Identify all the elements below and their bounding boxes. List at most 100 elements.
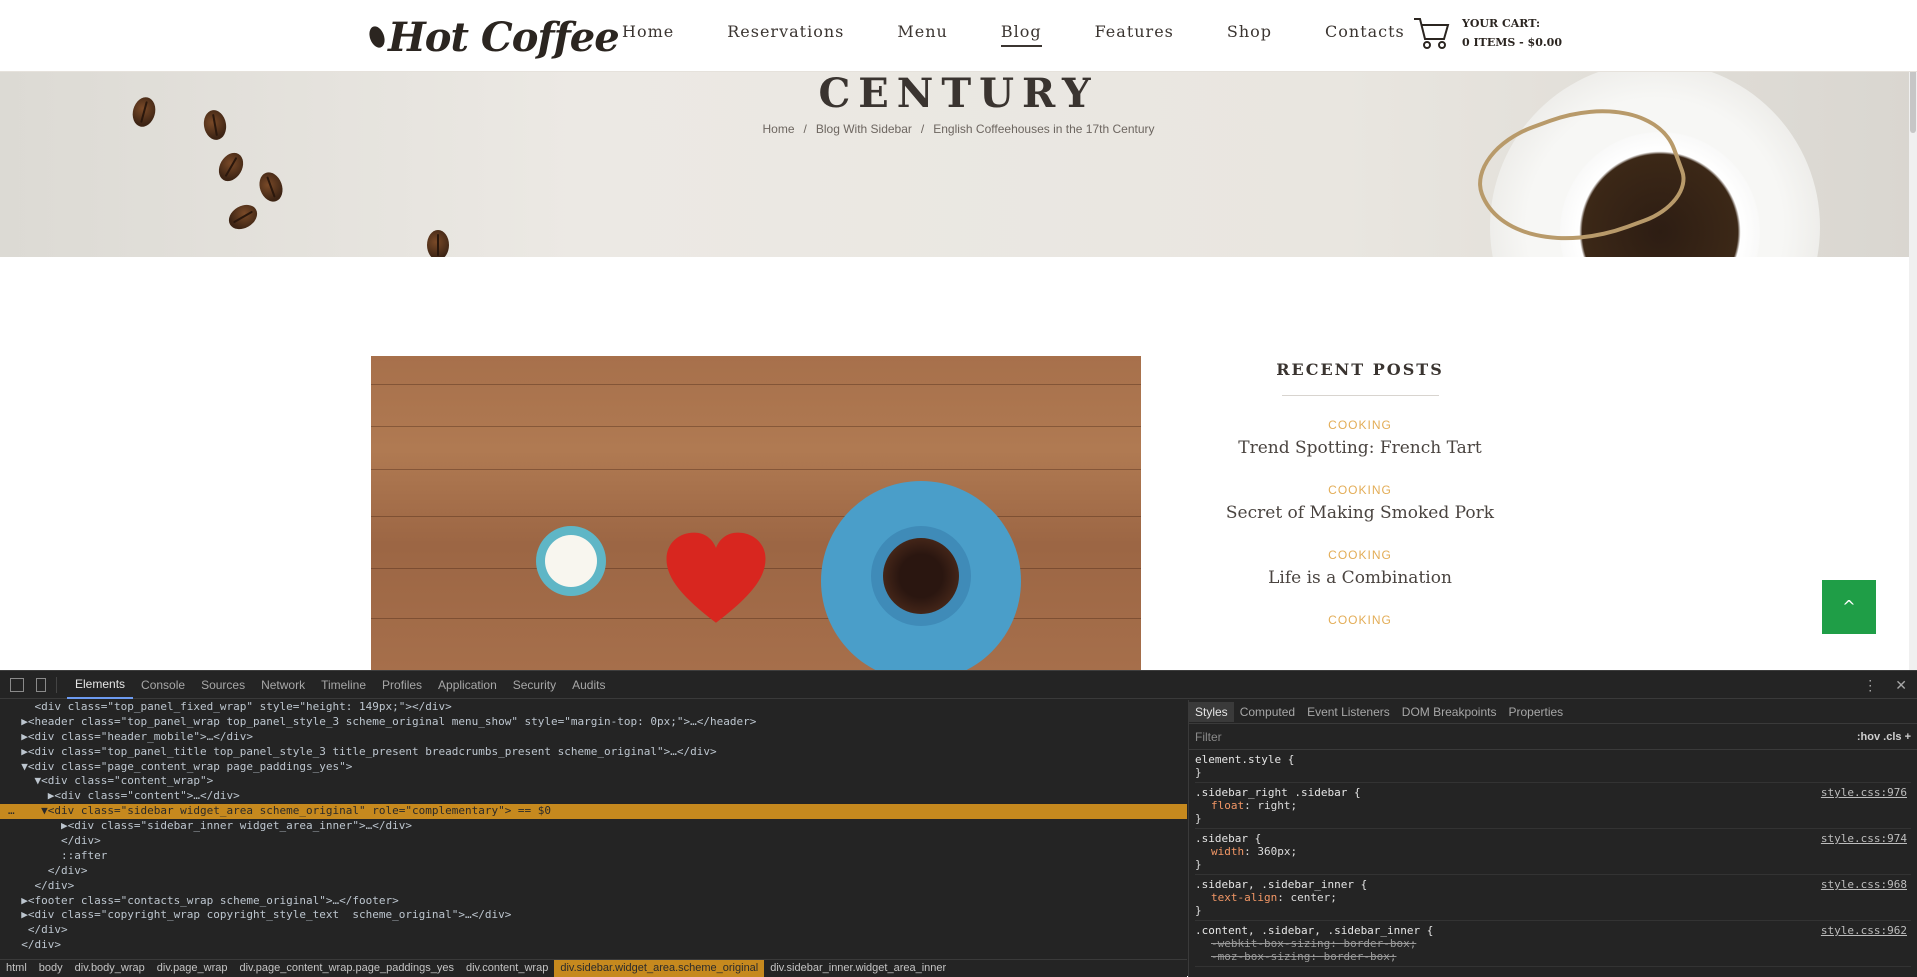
- post-category[interactable]: COOKING: [1160, 548, 1560, 562]
- more-options-icon[interactable]: ⋮: [1863, 671, 1877, 699]
- post-category[interactable]: COOKING: [1160, 418, 1560, 432]
- breadcrumb-home[interactable]: Home: [762, 122, 794, 136]
- post-category[interactable]: COOKING: [1160, 483, 1560, 497]
- tab-styles[interactable]: Styles: [1189, 701, 1234, 722]
- post-title-link[interactable]: Secret of Making Smoked Pork: [1160, 503, 1560, 523]
- dom-node-line[interactable]: </div>: [0, 879, 1187, 894]
- dom-crumb[interactable]: body: [33, 960, 69, 977]
- dom-crumb[interactable]: div.page_content_wrap.page_paddings_yes: [234, 960, 460, 977]
- styles-tabbar: Styles Computed Event Listeners DOM Brea…: [1189, 700, 1917, 724]
- alarm-clock-icon: [536, 526, 606, 596]
- tab-application[interactable]: Application: [430, 671, 505, 699]
- rule-selector: .sidebar {: [1195, 832, 1262, 845]
- dom-crumb[interactable]: div.page_wrap: [151, 960, 234, 977]
- cart-total: 0 ITEMS - $0.00: [1462, 36, 1562, 49]
- dom-node-line[interactable]: ▶<div class="copyright_wrap copyright_st…: [0, 908, 1187, 923]
- dom-node-line[interactable]: ▶<header class="top_panel_wrap top_panel…: [0, 715, 1187, 730]
- nav-item-menu[interactable]: Menu: [897, 22, 947, 47]
- nav-item-blog[interactable]: Blog: [1000, 22, 1042, 47]
- nav-item-home[interactable]: Home: [622, 22, 674, 47]
- dom-node-line[interactable]: </div>: [0, 923, 1187, 938]
- css-rule[interactable]: .sidebar_right .sidebar { style.css:976 …: [1195, 783, 1911, 829]
- breadcrumb-blog[interactable]: Blog With Sidebar: [816, 122, 912, 136]
- tab-profiles[interactable]: Profiles: [374, 671, 430, 699]
- devtools-panel: Elements Console Sources Network Timelin…: [0, 670, 1917, 977]
- tab-network[interactable]: Network: [253, 671, 313, 699]
- dom-node-line[interactable]: </div>: [0, 834, 1187, 849]
- post-featured-image[interactable]: [371, 356, 1141, 670]
- css-property[interactable]: text-align: center;: [1195, 891, 1911, 904]
- scroll-to-top-button[interactable]: ^: [1822, 580, 1876, 634]
- rule-selector: element.style {: [1195, 753, 1295, 766]
- tab-dom-breakpoints[interactable]: DOM Breakpoints: [1396, 705, 1503, 719]
- device-toolbar-icon[interactable]: [36, 677, 46, 692]
- cart-widget[interactable]: YOUR CART: 0 ITEMS - $0.00: [1412, 14, 1562, 52]
- rule-source-link[interactable]: style.css:974: [1821, 832, 1907, 845]
- tab-audits[interactable]: Audits: [564, 671, 613, 699]
- css-rule[interactable]: element.style { }: [1195, 750, 1911, 783]
- styles-filter-input[interactable]: Filter: [1195, 730, 1222, 744]
- tab-elements[interactable]: Elements: [67, 671, 134, 699]
- rule-source-link[interactable]: style.css:968: [1821, 878, 1907, 891]
- dom-node-line[interactable]: </div>: [0, 938, 1187, 953]
- post-title-link[interactable]: Life is a Combination: [1160, 568, 1560, 588]
- nav-item-reservations[interactable]: Reservations: [727, 22, 844, 47]
- tab-security[interactable]: Security: [505, 671, 564, 699]
- css-property[interactable]: float: right;: [1195, 799, 1911, 812]
- dom-node-line[interactable]: ▶<div class="header_mobile">…</div>: [0, 730, 1187, 745]
- elements-tree[interactable]: <div class="top_panel_fixed_wrap" style=…: [0, 700, 1187, 960]
- rule-source-link[interactable]: style.css:962: [1821, 924, 1907, 937]
- rule-source-link[interactable]: style.css:976: [1821, 786, 1907, 799]
- css-property-overridden[interactable]: -moz-box-sizing: border-box;: [1195, 950, 1911, 963]
- recent-post-item: COOKING Life is a Combination: [1160, 548, 1560, 588]
- dom-node-line[interactable]: ▼<div class="content_wrap">: [0, 774, 1187, 789]
- dom-node-line[interactable]: </div>: [0, 864, 1187, 879]
- tab-properties[interactable]: Properties: [1502, 705, 1569, 719]
- styles-filter-tools[interactable]: :hov .cls +: [1857, 731, 1911, 743]
- inspect-element-icon[interactable]: [10, 677, 24, 692]
- coffee-cup-icon: [821, 481, 1021, 670]
- shopping-cart-icon: [1414, 18, 1450, 49]
- nav-item-shop[interactable]: Shop: [1227, 22, 1272, 47]
- dom-node-line[interactable]: ▶<div class="content">…</div>: [0, 789, 1187, 804]
- tab-event-listeners[interactable]: Event Listeners: [1301, 705, 1396, 719]
- tab-computed[interactable]: Computed: [1234, 705, 1301, 719]
- site-logo[interactable]: Hot Coffee: [366, 12, 620, 62]
- page-scrollbar[interactable]: [1909, 0, 1917, 670]
- nav-item-contacts[interactable]: Contacts: [1325, 22, 1405, 47]
- dom-crumb[interactable]: div.content_wrap: [460, 960, 554, 977]
- coffee-bean-icon: [366, 24, 388, 50]
- post-title-link[interactable]: Trend Spotting: French Tart: [1160, 438, 1560, 458]
- browser-viewport: Hot Coffee Home Reservations Menu Blog F…: [0, 0, 1917, 670]
- sidebar: RECENT POSTS COOKING Trend Spotting: Fre…: [1160, 356, 1560, 652]
- dom-node-line[interactable]: <div class="top_panel_fixed_wrap" style=…: [0, 700, 1187, 715]
- rule-selector: .content, .sidebar, .sidebar_inner {: [1195, 924, 1434, 937]
- css-rule[interactable]: .content, .sidebar, .sidebar_inner { sty…: [1195, 921, 1911, 967]
- tab-console[interactable]: Console: [133, 671, 193, 699]
- dom-node-line[interactable]: ::after: [0, 849, 1187, 864]
- close-icon[interactable]: ✕: [1895, 671, 1907, 699]
- breadcrumb-current: English Coffeehouses in the 17th Century: [933, 122, 1155, 136]
- dom-crumb[interactable]: html: [0, 960, 33, 977]
- post-category[interactable]: COOKING: [1160, 613, 1560, 627]
- dom-node-line[interactable]: ▶<footer class="contacts_wrap scheme_ori…: [0, 894, 1187, 909]
- dom-crumb[interactable]: div.body_wrap: [69, 960, 151, 977]
- dom-crumb-active[interactable]: div.sidebar.widget_area.scheme_original: [554, 960, 765, 977]
- nav-item-features[interactable]: Features: [1095, 22, 1174, 47]
- devtools-tabbar: Elements Console Sources Network Timelin…: [0, 671, 1917, 699]
- css-property-overridden[interactable]: -webkit-box-sizing: border-box;: [1195, 937, 1911, 950]
- dom-node-line[interactable]: ▶<div class="sidebar_inner widget_area_i…: [0, 819, 1187, 834]
- dom-crumb[interactable]: div.sidebar_inner.widget_area_inner: [764, 960, 952, 977]
- tab-sources[interactable]: Sources: [193, 671, 253, 699]
- css-rule[interactable]: .sidebar { style.css:974 width: 360px; }: [1195, 829, 1911, 875]
- dom-node-line[interactable]: ▶<div class="top_panel_title top_panel_s…: [0, 745, 1187, 760]
- tab-timeline[interactable]: Timeline: [313, 671, 374, 699]
- dom-node-line-selected[interactable]: … ▼<div class="sidebar widget_area schem…: [0, 804, 1187, 820]
- devtools-window-controls: ⋮ ✕: [1863, 671, 1907, 699]
- dom-node-line[interactable]: ▼<div class="page_content_wrap page_padd…: [0, 760, 1187, 775]
- breadcrumb-separator: /: [803, 122, 807, 136]
- css-rule[interactable]: .sidebar, .sidebar_inner { style.css:968…: [1195, 875, 1911, 921]
- recent-post-item: COOKING: [1160, 613, 1560, 627]
- css-property[interactable]: width: 360px;: [1195, 845, 1911, 858]
- logo-text: Hot Coffee: [388, 13, 620, 61]
